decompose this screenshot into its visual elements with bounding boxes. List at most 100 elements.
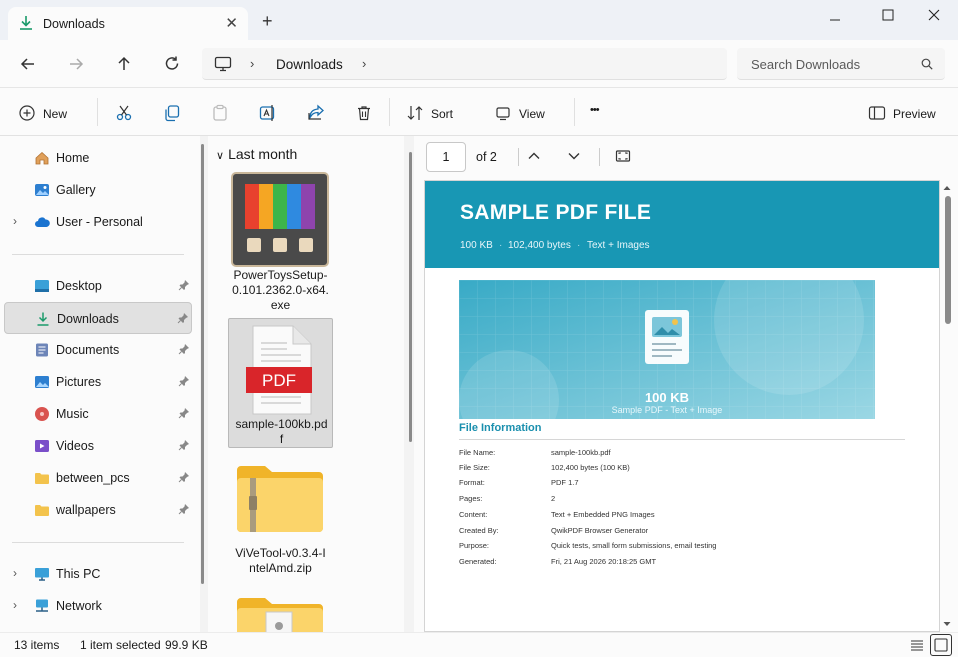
sort-button[interactable]: Sort bbox=[431, 107, 453, 121]
network-icon bbox=[36, 599, 48, 612]
sidebar-item-label: Network bbox=[56, 599, 102, 613]
details-view-icon[interactable] bbox=[909, 637, 925, 653]
divider bbox=[97, 98, 98, 126]
pin-icon[interactable] bbox=[177, 312, 189, 324]
chevron-right-icon[interactable]: › bbox=[13, 566, 17, 580]
new-icon[interactable] bbox=[18, 104, 36, 122]
selection-size: 99.9 KB bbox=[165, 638, 208, 652]
sidebar-item-label: This PC bbox=[56, 567, 101, 581]
copy-icon[interactable] bbox=[163, 104, 181, 122]
file-list: ∨ Last month PowerToysSetup- 0.101.2362.0… bbox=[208, 136, 404, 632]
paste-icon[interactable] bbox=[211, 104, 229, 122]
plus-icon[interactable]: + bbox=[262, 12, 273, 30]
folder-icon[interactable] bbox=[236, 594, 324, 632]
pin-icon[interactable] bbox=[178, 407, 190, 419]
address-bar[interactable]: › Downloads › bbox=[202, 48, 727, 80]
powertoys-icon bbox=[231, 172, 329, 267]
search-box[interactable]: Search Downloads bbox=[737, 48, 945, 80]
large-icons-view-button[interactable] bbox=[930, 634, 952, 656]
file-item-sample-pdf[interactable]: PDF sample-100kb.pd f bbox=[228, 318, 333, 448]
sidebar-item-label: Documents bbox=[56, 343, 120, 357]
chevron-right-icon[interactable]: › bbox=[362, 56, 366, 71]
sidebar-item-videos[interactable]: Videos bbox=[4, 430, 192, 462]
sidebar-item-user-personal[interactable]: › User - Personal bbox=[4, 206, 192, 238]
pdf-header: SAMPLE PDF FILE 100 KB · 102,400 bytes ·… bbox=[425, 181, 939, 268]
sidebar-item-label: Downloads bbox=[57, 312, 119, 326]
info-key: Generated: bbox=[459, 557, 497, 566]
tab-downloads[interactable]: Downloads ✕ bbox=[8, 7, 248, 40]
sort-icon[interactable] bbox=[406, 104, 424, 122]
maximize-icon[interactable] bbox=[882, 9, 894, 21]
navigation-pane-scrollbar[interactable] bbox=[201, 144, 204, 584]
view-button[interactable]: View bbox=[519, 107, 545, 121]
sidebar-item-home[interactable]: Home bbox=[4, 142, 192, 174]
chevron-right-icon[interactable]: › bbox=[250, 56, 254, 71]
back-arrow-icon[interactable] bbox=[18, 54, 38, 74]
share-icon[interactable] bbox=[307, 104, 325, 122]
info-value: sample-100kb.pdf bbox=[551, 448, 611, 457]
minimize-icon[interactable] bbox=[829, 14, 841, 26]
sidebar-item-label: wallpapers bbox=[56, 503, 116, 517]
command-bar: New Sort View ••• Preview bbox=[0, 88, 958, 136]
previous-page-icon[interactable] bbox=[526, 148, 542, 164]
view-icon[interactable] bbox=[494, 104, 512, 122]
page-number-input[interactable]: 1 bbox=[426, 142, 466, 172]
meta-separator: · bbox=[499, 240, 503, 251]
search-icon bbox=[921, 58, 933, 70]
file-name-line: sample-100kb.pd bbox=[235, 417, 328, 431]
navigation-bar: › Downloads › Search Downloads bbox=[0, 40, 958, 88]
refresh-icon[interactable] bbox=[162, 54, 182, 74]
divider bbox=[459, 439, 905, 440]
this-pc-icon bbox=[35, 568, 49, 581]
preview-scrollbar-thumb[interactable] bbox=[945, 196, 951, 324]
info-value: QwikPDF Browser Generator bbox=[551, 526, 649, 535]
more-options-icon[interactable]: ••• bbox=[590, 104, 600, 116]
pin-icon[interactable] bbox=[178, 439, 190, 451]
gallery-icon bbox=[35, 184, 49, 196]
sidebar-item-label: User - Personal bbox=[56, 215, 143, 229]
sidebar-item-documents[interactable]: Documents bbox=[4, 334, 192, 366]
cut-icon[interactable] bbox=[115, 104, 133, 122]
file-item-powertoys[interactable]: PowerToysSetup- 0.101.2362.0-x64. exe bbox=[228, 170, 333, 318]
info-key: File Size: bbox=[459, 463, 490, 472]
svg-text:PDF: PDF bbox=[262, 371, 296, 390]
next-page-icon[interactable] bbox=[566, 148, 582, 164]
sidebar-item-gallery[interactable]: Gallery bbox=[4, 174, 192, 206]
sidebar-item-downloads[interactable]: Downloads bbox=[4, 302, 192, 334]
desktop-icon bbox=[35, 280, 49, 292]
file-item-vivetool-zip[interactable]: ViVeTool-v0.3.4-I ntelAmd.zip bbox=[228, 456, 333, 584]
group-header-last-month[interactable]: ∨ Last month bbox=[216, 146, 297, 162]
forward-arrow-icon[interactable] bbox=[66, 54, 86, 74]
file-list-scrollbar[interactable] bbox=[409, 152, 412, 442]
chevron-right-icon[interactable]: › bbox=[13, 598, 17, 612]
sidebar-item-this-pc[interactable]: › This PC bbox=[4, 558, 192, 590]
close-tab-icon[interactable]: ✕ bbox=[225, 14, 238, 32]
chevron-right-icon[interactable]: › bbox=[13, 214, 17, 228]
pin-icon[interactable] bbox=[178, 279, 190, 291]
pin-icon[interactable] bbox=[178, 375, 190, 387]
pin-icon[interactable] bbox=[178, 503, 190, 515]
file-name-line: 0.101.2362.0-x64. bbox=[232, 283, 329, 297]
preview-pane-icon[interactable] bbox=[868, 104, 886, 122]
sidebar-item-network[interactable]: › Network bbox=[4, 590, 192, 622]
sidebar-item-music[interactable]: Music bbox=[4, 398, 192, 430]
tiles-view-icon bbox=[934, 638, 948, 652]
divider bbox=[518, 148, 519, 166]
delete-icon[interactable] bbox=[355, 104, 373, 122]
pin-icon[interactable] bbox=[178, 471, 190, 483]
fit-to-page-icon[interactable] bbox=[615, 148, 631, 164]
file-name: PowerToysSetup- 0.101.2362.0-x64. exe bbox=[228, 268, 333, 313]
sidebar-item-between-pcs[interactable]: between_pcs bbox=[4, 462, 192, 494]
pin-icon[interactable] bbox=[178, 343, 190, 355]
new-button[interactable]: New bbox=[43, 107, 67, 121]
breadcrumb-downloads[interactable]: Downloads bbox=[276, 57, 343, 72]
divider bbox=[12, 254, 184, 255]
preview-button[interactable]: Preview bbox=[893, 107, 936, 121]
up-arrow-icon[interactable] bbox=[114, 54, 134, 74]
info-value: Quick tests, small form submissions, ema… bbox=[551, 541, 717, 550]
sidebar-item-wallpapers[interactable]: wallpapers bbox=[4, 494, 192, 526]
rename-icon[interactable] bbox=[259, 104, 277, 122]
close-window-icon[interactable] bbox=[928, 9, 940, 21]
sidebar-item-desktop[interactable]: Desktop bbox=[4, 270, 192, 302]
sidebar-item-pictures[interactable]: Pictures bbox=[4, 366, 192, 398]
